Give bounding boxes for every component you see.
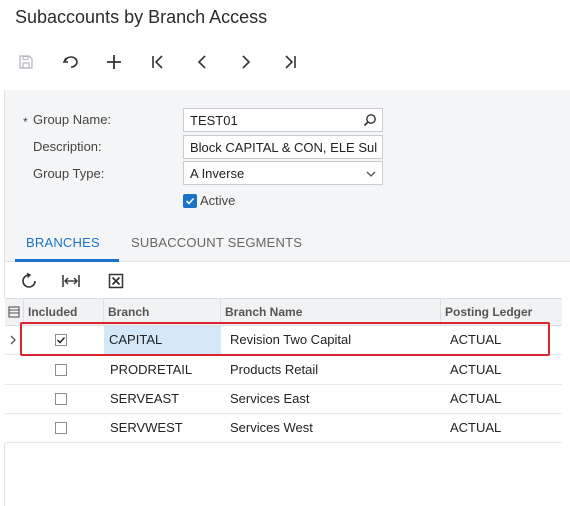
branch-cell[interactable]: SERVWEST bbox=[105, 414, 221, 442]
branch-name-cell[interactable]: Services East bbox=[225, 385, 441, 413]
included-checkbox[interactable] bbox=[55, 422, 67, 434]
group-name-field[interactable]: TEST01 bbox=[183, 108, 383, 132]
table-row[interactable]: PRODRETAIL Products Retail ACTUAL bbox=[5, 356, 562, 385]
export-excel-icon bbox=[108, 273, 124, 289]
tab-branches[interactable]: BRANCHES bbox=[26, 235, 100, 250]
last-record-icon bbox=[285, 55, 296, 69]
description-field[interactable]: Block CAPITAL & CON, ELE Sul bbox=[183, 135, 383, 159]
column-chooser-button[interactable] bbox=[5, 299, 24, 325]
chevron-right-icon bbox=[10, 335, 16, 345]
required-marker: * bbox=[23, 115, 28, 129]
active-label: Active bbox=[200, 193, 236, 208]
refresh-button[interactable] bbox=[20, 272, 38, 290]
posting-ledger-cell[interactable]: ACTUAL bbox=[445, 385, 562, 413]
row-selector[interactable] bbox=[5, 326, 24, 354]
branch-name-cell[interactable]: Services West bbox=[225, 414, 441, 442]
previous-record-icon bbox=[197, 55, 206, 69]
undo-button[interactable] bbox=[58, 50, 102, 74]
tab-subaccount-segments[interactable]: SUBACCOUNT SEGMENTS bbox=[131, 235, 302, 250]
table-row[interactable]: SERVWEST Services West ACTUAL bbox=[5, 414, 562, 443]
first-record-icon bbox=[152, 55, 163, 69]
add-icon bbox=[107, 55, 121, 69]
export-excel-button[interactable] bbox=[107, 272, 125, 290]
column-header-posting-ledger[interactable]: Posting Ledger bbox=[441, 299, 562, 325]
posting-ledger-cell[interactable]: ACTUAL bbox=[445, 414, 562, 442]
save-button[interactable] bbox=[14, 50, 58, 74]
next-record-icon bbox=[242, 55, 251, 69]
column-header-branch[interactable]: Branch bbox=[104, 299, 221, 325]
active-checkbox[interactable] bbox=[183, 194, 197, 208]
posting-ledger-cell[interactable]: ACTUAL bbox=[445, 356, 562, 384]
group-type-select[interactable]: A Inverse bbox=[183, 161, 383, 185]
table-row[interactable]: CAPITAL Revision Two Capital ACTUAL bbox=[5, 326, 562, 355]
first-record-button[interactable] bbox=[146, 50, 190, 74]
branch-name-cell[interactable]: Revision Two Capital bbox=[225, 326, 441, 354]
grid-toolbar bbox=[4, 262, 570, 298]
fit-columns-button[interactable] bbox=[62, 272, 80, 290]
column-header-included[interactable]: Included bbox=[24, 299, 104, 325]
save-icon bbox=[19, 55, 33, 69]
previous-record-button[interactable] bbox=[190, 50, 234, 74]
branch-cell[interactable]: PRODRETAIL bbox=[105, 356, 221, 384]
search-icon[interactable] bbox=[363, 113, 377, 130]
grid-left-border bbox=[4, 443, 5, 506]
tab-bar: BRANCHES SUBACCOUNT SEGMENTS bbox=[4, 218, 570, 262]
add-button[interactable] bbox=[102, 50, 146, 74]
branch-cell[interactable]: SERVEAST bbox=[105, 385, 221, 413]
group-name-value: TEST01 bbox=[190, 113, 238, 128]
chevron-down-icon bbox=[365, 168, 377, 183]
included-checkbox[interactable] bbox=[55, 393, 67, 405]
last-record-button[interactable] bbox=[278, 50, 322, 74]
undo-icon bbox=[62, 56, 78, 68]
checkmark-icon bbox=[185, 197, 195, 205]
next-record-button[interactable] bbox=[234, 50, 278, 74]
checkmark-icon bbox=[56, 336, 66, 344]
table-row[interactable]: SERVEAST Services East ACTUAL bbox=[5, 385, 562, 414]
column-chooser-icon bbox=[8, 306, 20, 318]
branch-cell[interactable]: CAPITAL bbox=[104, 326, 221, 354]
fit-columns-icon bbox=[62, 275, 80, 287]
included-checkbox[interactable] bbox=[55, 334, 67, 346]
posting-ledger-cell[interactable]: ACTUAL bbox=[445, 326, 562, 354]
group-type-label: Group Type: bbox=[33, 166, 105, 181]
group-name-label: Group Name: bbox=[33, 112, 112, 127]
description-value: Block CAPITAL & CON, ELE Sul bbox=[190, 140, 378, 155]
page-title: Subaccounts by Branch Access bbox=[15, 7, 268, 27]
grid-header: Included Branch Branch Name Posting Ledg… bbox=[5, 298, 562, 326]
main-toolbar bbox=[14, 50, 322, 74]
branch-name-cell[interactable]: Products Retail bbox=[225, 356, 441, 384]
included-checkbox[interactable] bbox=[55, 364, 67, 376]
description-label: Description: bbox=[33, 139, 102, 154]
refresh-icon bbox=[22, 273, 36, 288]
column-header-branch-name[interactable]: Branch Name bbox=[221, 299, 441, 325]
group-type-value: A Inverse bbox=[190, 166, 245, 181]
